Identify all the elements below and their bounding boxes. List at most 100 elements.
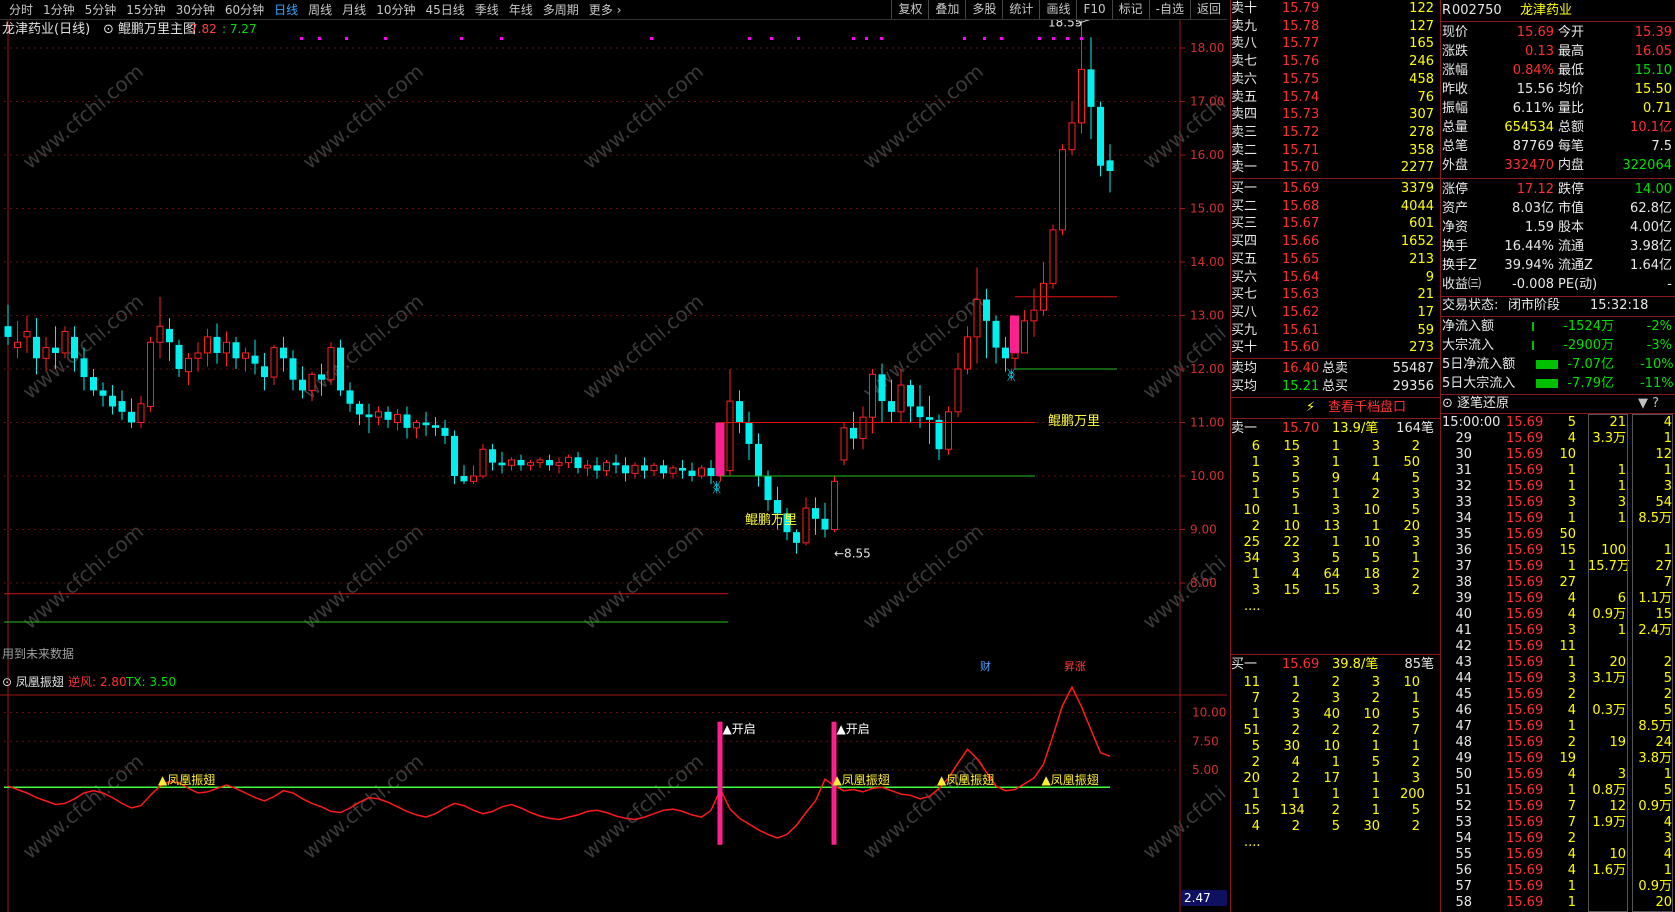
sell1-summary-cell: 15.70 — [1282, 421, 1320, 436]
kilo-link: ⚡ 查看千档盘口 — [1230, 399, 1440, 417]
tool-button-1[interactable]: 叠加 — [928, 0, 965, 19]
tab-period-3[interactable]: 15分钟 — [121, 2, 170, 18]
candle-body-up — [669, 467, 677, 474]
ticks-header-cell: ▼ ? — [1638, 396, 1660, 411]
top-marker-dot — [880, 37, 883, 40]
tab-period-4[interactable]: 30分钟 — [171, 2, 220, 18]
buy-level-cell: 15.68 — [1282, 198, 1320, 214]
tool-button-3[interactable]: 统计 — [1002, 0, 1039, 19]
candle-body-up — [726, 400, 734, 472]
sell-level-cell: 458 — [1409, 71, 1434, 87]
tool-button-5[interactable]: F10 — [1076, 0, 1111, 19]
tool-button-0[interactable]: 复权 — [891, 0, 928, 19]
tab-period-6[interactable]: 日线 — [269, 2, 303, 18]
buy-level: 买九 15.61 59 — [1230, 322, 1440, 340]
candle-body-up — [973, 298, 981, 338]
tick-bar-column — [1632, 414, 1673, 912]
candle-body-down — [99, 390, 107, 396]
tab-period-7[interactable]: 周线 — [303, 2, 337, 18]
sell-level-cell: 卖十 — [1231, 1, 1258, 16]
tool-button-8[interactable]: 返回 — [1189, 0, 1227, 19]
tab-period-9[interactable]: 10分钟 — [371, 2, 420, 18]
kline-chart[interactable]: www.cfchi.com www.cfchi.com www.cfchi.com w… — [0, 20, 1227, 912]
avg-row-cell: 29356 — [1392, 379, 1434, 394]
candle-body-down — [403, 414, 411, 428]
avg-row: 买均 15.21 总买 29356 — [1230, 378, 1440, 396]
candle-body-up — [137, 403, 145, 423]
sell-level-cell: 15.70 — [1282, 160, 1320, 176]
tab-period-0[interactable]: 分时 — [4, 2, 38, 18]
candle-body-down — [498, 462, 506, 466]
flow-bar — [1532, 341, 1534, 350]
fundamental-row: 涨停 17.12 跌停 14.00 — [1440, 181, 1675, 199]
candle-body-up — [204, 336, 211, 354]
separator — [1440, 178, 1675, 179]
buy-level-cell: 15.62 — [1282, 304, 1320, 320]
watermark: www.cfchi.com — [1138, 289, 1227, 404]
y-tick-label: 12.00 — [1190, 362, 1224, 376]
separator — [1440, 316, 1675, 317]
tab-period-12[interactable]: 年线 — [504, 2, 538, 18]
buy-level-cell: 买三 — [1231, 216, 1258, 232]
trade-status-cell: 闭市阶段 — [1508, 298, 1561, 313]
sell-level-cell: 15.76 — [1282, 54, 1320, 70]
tab-period-2[interactable]: 5分钟 — [80, 2, 122, 18]
buy-level: 买十 15.60 273 — [1230, 339, 1440, 357]
stock-header-cell: 龙津药业 — [1520, 3, 1573, 18]
quote-row-cell: 332470 — [1504, 158, 1554, 173]
tab-period-1[interactable]: 1分钟 — [38, 2, 80, 18]
top-marker-dot — [1038, 37, 1041, 40]
candle-body-down — [356, 403, 363, 415]
tool-button-7[interactable]: -自选 — [1148, 0, 1190, 19]
tab-period-8[interactable]: 月线 — [337, 2, 371, 18]
flow-row-cell: 5日大宗流入 — [1442, 376, 1516, 391]
fundamental-row-cell: 股本 — [1558, 220, 1585, 235]
candle-body-down — [280, 347, 287, 359]
fundamental-row-cell: 资产 — [1442, 201, 1469, 216]
quote-row-cell: 均价 — [1558, 82, 1585, 97]
quote-row-cell: 内盘 — [1558, 158, 1585, 173]
buy-level-cell: 买六 — [1231, 269, 1258, 285]
candle-body-down — [4, 326, 12, 337]
tool-button-6[interactable]: 标记 — [1111, 0, 1149, 19]
sub-key-1: 逆风: 2.80 — [68, 674, 127, 689]
sell-level-cell: 卖六 — [1231, 71, 1258, 87]
fundamental-row-cell: 收益㈢ — [1442, 277, 1482, 292]
ellipsis: .... — [1230, 834, 1440, 852]
tool-button-4[interactable]: 画线 — [1039, 0, 1076, 19]
y-tick-label: 15.00 — [1190, 202, 1224, 216]
quote-row-cell: 6.11% — [1512, 101, 1554, 116]
chart-tools: 复权 叠加 多股 统计 画线 F10 标记 -自选 返回 — [891, 0, 1227, 19]
tab-period-13[interactable]: 多周期 — [538, 2, 584, 18]
tab-period-10[interactable]: 45日线 — [420, 2, 469, 18]
candle-body-up — [650, 464, 658, 472]
flow-row-cell: -2% — [1646, 319, 1672, 334]
candle-body-down — [1002, 347, 1009, 359]
separator — [1230, 654, 1440, 655]
sell-level-cell: 卖七 — [1231, 54, 1258, 70]
tab-period-5[interactable]: 60分钟 — [220, 2, 269, 18]
candle-body-down — [80, 358, 88, 378]
sub-y-tick: 10.00 — [1192, 706, 1226, 720]
candle-body-down — [175, 344, 183, 369]
candle-body-down — [1106, 160, 1114, 172]
trade-status-cell: 交易状态: — [1442, 298, 1499, 313]
candle-body-down — [622, 465, 629, 474]
watermark: www.cfchi.com — [578, 519, 708, 634]
tool-button-2[interactable]: 多股 — [965, 0, 1002, 19]
sell1-summary-cell: 13.9/笔 — [1332, 421, 1379, 436]
candle-body-down — [451, 435, 458, 476]
buy-level: 买四 15.66 1652 — [1230, 233, 1440, 251]
buy-level-cell: 买一 — [1231, 181, 1258, 196]
sell-level: 卖二 15.71 358 — [1230, 142, 1440, 160]
tab-period-14[interactable]: 更多 › — [584, 2, 627, 18]
top-marker-dot — [318, 37, 321, 40]
candle-body-down — [251, 355, 259, 364]
fundamental-row-cell: 3.98亿 — [1630, 239, 1672, 254]
candle-body-down — [128, 411, 135, 423]
candle-body-up — [536, 459, 544, 464]
tab-period-11[interactable]: 季线 — [470, 2, 504, 18]
quote-row-cell: 15.50 — [1634, 82, 1672, 97]
top-marker-dot — [852, 37, 855, 40]
sub-indicator-name: ⊙ 凤凰振翅 — [2, 674, 64, 689]
